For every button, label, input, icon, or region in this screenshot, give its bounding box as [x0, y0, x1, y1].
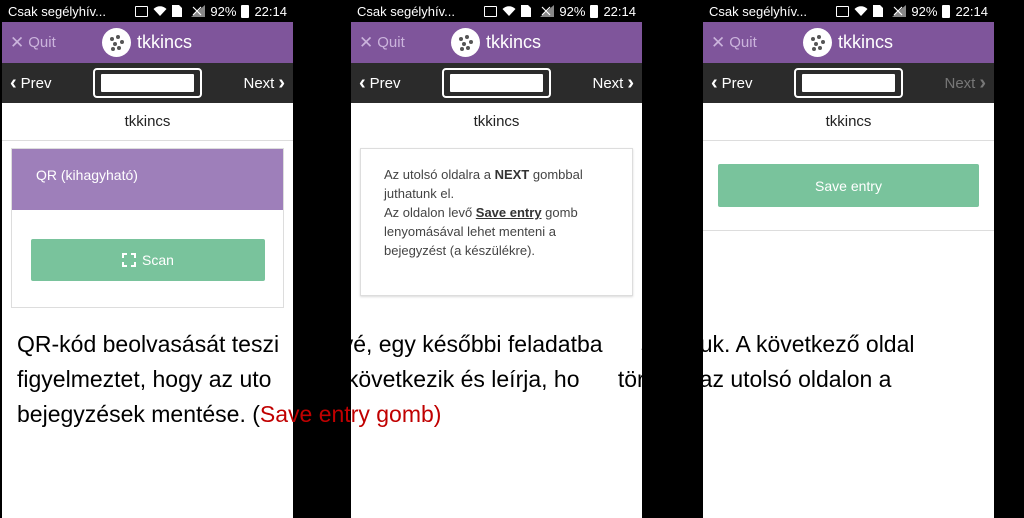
wifi-icon [854, 5, 868, 17]
clock: 22:14 [603, 3, 636, 19]
carrier-label: Csak segélyhív... [709, 3, 808, 19]
app-logo-icon [102, 28, 131, 57]
chevron-right-icon: › [979, 72, 986, 94]
carrier-label: Csak segélyhív... [8, 3, 107, 19]
brand-name: tkkincs [137, 32, 193, 52]
battery-icon [241, 4, 250, 18]
chevron-left-icon: ‹ [711, 72, 718, 94]
nav-bar: ‹ Prev Next › [2, 63, 293, 103]
clock: 22:14 [254, 3, 287, 19]
nav-bar: ‹ Prev Next › [703, 63, 994, 103]
prev-label: Prev [721, 74, 753, 92]
signal-icon [191, 5, 206, 17]
app-logo-icon [451, 28, 480, 57]
app-bar: ✕ Quit tkkincs [703, 22, 994, 63]
save-section: Save entry [703, 141, 994, 231]
next-button[interactable]: Next › [243, 73, 285, 93]
prev-button[interactable]: ‹ Prev [711, 73, 753, 93]
quit-label: Quit [377, 34, 405, 51]
info-card: Az utolsó oldalra a NEXT gombbal juthatu… [360, 148, 633, 296]
scan-button[interactable]: Scan [31, 239, 265, 281]
sim-icon [172, 5, 186, 17]
quit-button[interactable]: ✕ Quit [711, 34, 757, 51]
info-line: bejegyzést (a készülékre). [384, 243, 536, 258]
close-icon: ✕ [359, 33, 374, 52]
app-logo-icon [803, 28, 832, 57]
info-line: Az oldalon levő Save entry gomb [384, 205, 578, 220]
quit-label: Quit [28, 34, 56, 51]
battery-icon [942, 4, 951, 18]
info-line: lenyomásával lehet menteni a [384, 224, 556, 239]
next-button-disabled: Next › [944, 73, 986, 93]
phone-screen-1: Csak segélyhív... 92% 22:14 ✕ Quit tkkin… [2, 0, 293, 518]
image-notification-icon [836, 5, 850, 17]
caption: QR-kód beolvasását teszi zővé, egy későb… [10, 327, 1017, 432]
wifi-icon [502, 5, 516, 17]
battery-percent: 92% [559, 3, 586, 19]
quit-button[interactable]: ✕ Quit [10, 34, 56, 51]
page-selector[interactable] [442, 68, 551, 98]
page-title: tkkincs [2, 103, 293, 141]
quit-label: Quit [729, 34, 757, 51]
signal-icon [540, 5, 555, 17]
info-line: Az utolsó oldalra a NEXT gombbal [384, 167, 583, 182]
chevron-left-icon: ‹ [359, 72, 366, 94]
caption-highlight: Save entry gomb) [259, 401, 442, 427]
caption-line-1: QR-kód beolvasását teszi zővé, egy későb… [17, 331, 915, 357]
next-label: Next [243, 74, 275, 92]
brand: tkkincs [451, 28, 541, 57]
image-notification-icon [135, 5, 149, 17]
prev-label: Prev [369, 74, 401, 92]
chevron-right-icon: › [627, 72, 634, 94]
prev-button[interactable]: ‹ Prev [10, 73, 52, 93]
app-bar: ✕ Quit tkkincs [2, 22, 293, 63]
nav-bar: ‹ Prev Next › [351, 63, 642, 103]
quit-button[interactable]: ✕ Quit [359, 34, 405, 51]
image-notification-icon [484, 5, 498, 17]
save-entry-link: Save entry [475, 205, 542, 220]
battery-percent: 92% [210, 3, 237, 19]
brand-name: tkkincs [838, 32, 894, 52]
battery-percent: 92% [911, 3, 938, 19]
save-entry-button[interactable]: Save entry [718, 164, 979, 207]
carrier-label: Csak segélyhív... [357, 3, 456, 19]
info-line: juthatunk el. [384, 186, 455, 201]
phone-screen-2: Csak segélyhív... 92% 22:14 ✕ Quit tkkin… [351, 0, 642, 518]
qr-header: QR (kihagyható) [12, 149, 283, 210]
close-icon: ✕ [711, 33, 726, 52]
page-selector[interactable] [93, 68, 202, 98]
prev-label: Prev [20, 74, 52, 92]
caption-line-2: figyelmeztet, hogy az uto dal következik… [17, 366, 892, 392]
brand: tkkincs [803, 28, 893, 57]
chevron-left-icon: ‹ [10, 72, 17, 94]
scan-icon [122, 253, 137, 267]
battery-icon [590, 4, 599, 18]
sim-icon [521, 5, 535, 17]
next-label: Next [592, 74, 624, 92]
status-bar: Csak segélyhív... 92% 22:14 [351, 0, 642, 22]
page-title: tkkincs [703, 103, 994, 141]
status-bar: Csak segélyhív... 92% 22:14 [703, 0, 994, 22]
caption-line-3: bejegyzések mentése. (Save entry gomb) [17, 401, 442, 427]
signal-icon [892, 5, 907, 17]
app-bar: ✕ Quit tkkincs [351, 22, 642, 63]
sim-icon [873, 5, 887, 17]
clock: 22:14 [955, 3, 988, 19]
qr-card: QR (kihagyható) Scan [11, 148, 284, 308]
close-icon: ✕ [10, 33, 25, 52]
page-selector[interactable] [794, 68, 903, 98]
next-keyword: NEXT [494, 167, 530, 182]
next-button[interactable]: Next › [592, 73, 634, 93]
next-label: Next [944, 74, 976, 92]
status-bar: Csak segélyhív... 92% 22:14 [2, 0, 293, 22]
scan-label: Scan [142, 252, 174, 268]
page-title: tkkincs [473, 113, 520, 130]
wifi-icon [153, 5, 167, 17]
brand-name: tkkincs [486, 32, 542, 52]
chevron-right-icon: › [278, 72, 285, 94]
prev-button[interactable]: ‹ Prev [359, 73, 401, 93]
phone-screen-3: Csak segélyhív... 92% 22:14 ✕ Quit tkkin… [703, 0, 994, 518]
brand: tkkincs [102, 28, 192, 57]
